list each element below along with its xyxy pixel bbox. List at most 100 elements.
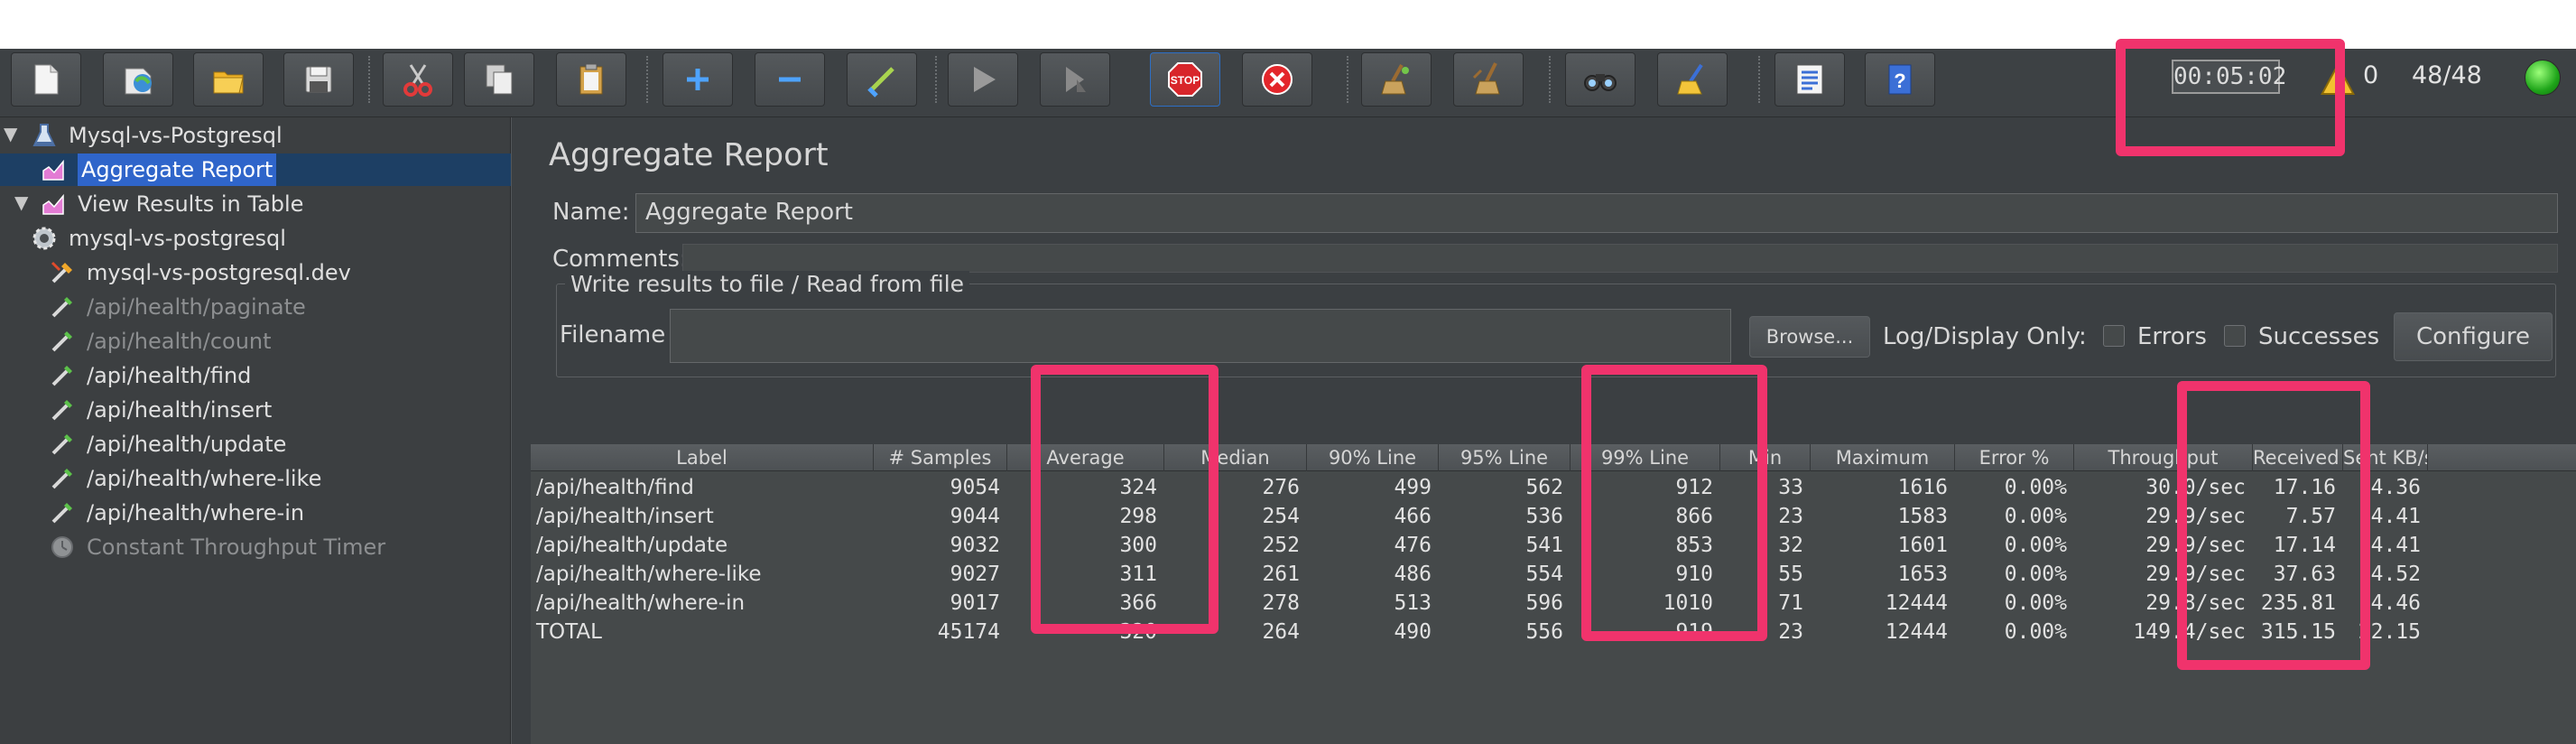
table-cell: /api/health/update (536, 534, 728, 557)
clear-button[interactable] (1361, 52, 1432, 107)
comments-field[interactable] (682, 244, 2558, 273)
table-cell: 0.00% (2004, 534, 2067, 557)
running-status-icon (2525, 60, 2561, 96)
table-cell: 466 (1394, 505, 1432, 528)
name-field[interactable]: Aggregate Report (635, 193, 2558, 233)
tree-item-label: mysql-vs-postgresql.dev (87, 260, 351, 285)
paste-button[interactable] (556, 52, 626, 107)
column-header[interactable]: Maximum (1811, 444, 1955, 471)
search-icon (1582, 61, 1618, 98)
99-line-highlight (1581, 365, 1767, 641)
sampler-icon (49, 362, 76, 389)
test-plan-tree: ▼ ▼ Mysql-vs-Postgresql Aggregate Report Vie… (0, 117, 511, 744)
toolbar-separator (935, 56, 937, 103)
tree-item[interactable]: Mysql-vs-Postgresql (31, 119, 283, 152)
tree-item[interactable]: /api/health/where-in (49, 497, 304, 529)
sampler-icon (49, 328, 76, 355)
tree-item[interactable]: mysql-vs-postgresql.dev (49, 256, 351, 289)
tree-item[interactable]: View Results in Table (40, 188, 303, 220)
tree-item-label: View Results in Table (78, 191, 304, 217)
clear-all-button[interactable] (1453, 52, 1524, 107)
reset-search-button[interactable] (1657, 52, 1728, 107)
tree-item[interactable]: Aggregate Report (0, 153, 511, 186)
table-cell: 1583 (1897, 505, 1948, 528)
configure-button[interactable]: Configure (2394, 312, 2553, 361)
shutdown-icon (1259, 61, 1295, 98)
templates-icon (120, 61, 156, 98)
sampler-icon (49, 293, 76, 321)
copy-button[interactable] (464, 52, 534, 107)
thread-group-icon (31, 225, 58, 252)
shutdown-button[interactable] (1242, 52, 1312, 107)
average-highlight (1031, 365, 1219, 634)
table-cell: /api/health/where-in (536, 591, 746, 615)
tree-item[interactable]: /api/health/paginate (49, 291, 306, 323)
save-button[interactable] (283, 52, 354, 107)
table-cell: 541 (1525, 534, 1563, 557)
templates-button[interactable] (103, 52, 173, 107)
help-button[interactable]: ? (1865, 52, 1935, 107)
chart-icon (40, 191, 67, 218)
active-threads: 48/48 (2412, 61, 2482, 89)
comments-label: Comments: (552, 246, 688, 273)
table-cell: 0.00% (2004, 620, 2067, 644)
tree-item[interactable]: /api/health/count (49, 325, 272, 358)
column-header[interactable]: 90% Line (1307, 444, 1439, 471)
sampler-icon (49, 431, 76, 458)
column-header[interactable]: Label (531, 444, 874, 471)
column-header[interactable]: 95% Line (1439, 444, 1571, 471)
table-cell: 12444 (1885, 591, 1948, 615)
column-header[interactable]: Error % (1955, 444, 2074, 471)
tree-item[interactable]: /api/health/insert (49, 394, 272, 426)
filename-label: Filename (560, 321, 666, 349)
table-cell: 513 (1394, 591, 1432, 615)
tree-item[interactable]: /api/health/where-like (49, 462, 321, 495)
stop-button[interactable]: STOP (1150, 52, 1220, 107)
successes-label: Successes (2258, 323, 2380, 350)
new-button[interactable] (11, 52, 81, 107)
tree-toggle-icon[interactable]: ▼ (4, 123, 17, 144)
table-cell: 1616 (1897, 476, 1948, 499)
tree-item[interactable]: Constant Throughput Timer (49, 531, 385, 563)
split-pane-divider[interactable] (511, 117, 529, 744)
warning-count: 0 (2363, 61, 2379, 89)
start-button[interactable] (948, 52, 1018, 107)
table-cell: 0.00% (2004, 591, 2067, 615)
tree-item-label: /api/health/where-like (87, 466, 322, 491)
tree-item-label: /api/health/count (87, 329, 272, 354)
cut-icon (400, 61, 436, 98)
table-cell: 476 (1394, 534, 1432, 557)
clear-all-icon (1470, 61, 1506, 98)
browse-button[interactable]: Browse... (1749, 316, 1870, 358)
cut-button[interactable] (383, 52, 453, 107)
name-label: Name: (552, 199, 630, 226)
clear-icon (1378, 61, 1414, 98)
tree-toggle-icon[interactable]: ▼ (14, 191, 28, 213)
tree-item[interactable]: mysql-vs-postgresql (31, 222, 286, 255)
table-cell: 9044 (950, 505, 1000, 528)
toggle-button[interactable] (847, 52, 917, 107)
open-icon (210, 61, 246, 98)
tree-item[interactable]: /api/health/find (49, 359, 251, 392)
tree-item-label: /api/health/where-in (87, 500, 305, 525)
help-icon: ? (1882, 61, 1918, 98)
column-header[interactable]: # Samples (874, 444, 1007, 471)
open-button[interactable] (193, 52, 264, 107)
successes-checkbox[interactable] (2224, 325, 2246, 347)
test-plan-icon (31, 122, 58, 149)
collapse-button[interactable] (755, 52, 825, 107)
function-helper-icon (1792, 61, 1828, 98)
table-cell: 499 (1394, 476, 1432, 499)
function-helper-button[interactable] (1774, 52, 1845, 107)
filename-field[interactable] (670, 309, 1731, 363)
tree-item[interactable]: /api/health/update (49, 428, 286, 460)
errors-checkbox[interactable] (2103, 325, 2125, 347)
expand-button[interactable] (663, 52, 733, 107)
new-icon (28, 61, 64, 98)
throughput-highlight (2177, 381, 2370, 670)
start-no-pauses-button[interactable] (1040, 52, 1110, 107)
search-button[interactable] (1565, 52, 1635, 107)
table-cell: 9032 (950, 534, 1000, 557)
write-results-group-title: Write results to file / Read from file (565, 271, 970, 297)
expand-icon (680, 61, 716, 98)
